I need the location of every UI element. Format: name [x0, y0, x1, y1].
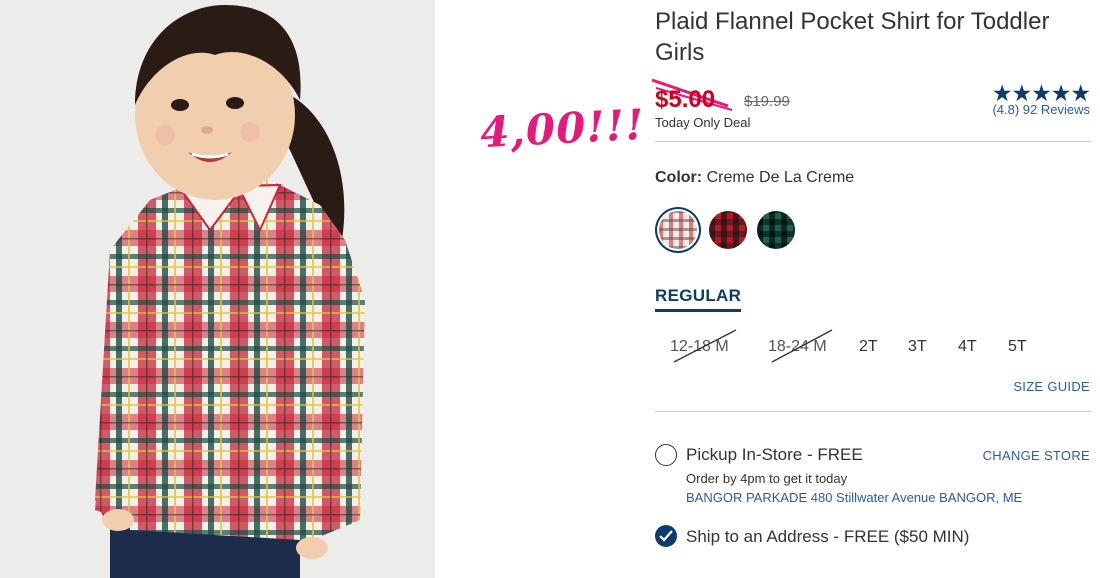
swatch-creme-plaid[interactable]: [659, 211, 697, 249]
change-store-link[interactable]: CHANGE STORE: [983, 448, 1090, 463]
size-3t[interactable]: 3T: [908, 338, 927, 356]
size-12-18m[interactable]: 12-18 M: [670, 338, 729, 356]
swatch-red-buffalo-plaid[interactable]: [709, 211, 747, 249]
pickup-note: Order by 4pm to get it today: [686, 471, 848, 486]
product-photo: [0, 0, 435, 578]
color-value: Creme De La Creme: [706, 169, 855, 186]
swatch-green-buffalo-plaid[interactable]: [757, 211, 795, 249]
ship-label[interactable]: Ship to an Address - FREE ($50 MIN): [686, 527, 969, 547]
handwritten-price-annotation: 4,00!!!: [478, 99, 646, 158]
size-guide-link[interactable]: SIZE GUIDE: [1013, 379, 1090, 394]
size-18-24m[interactable]: 18-24 M: [768, 338, 827, 356]
product-title: Plaid Flannel Pocket Shirt for Toddler G…: [655, 8, 1050, 66]
size-4t[interactable]: 4T: [958, 338, 977, 356]
tab-regular[interactable]: REGULAR: [655, 286, 742, 312]
divider: [655, 141, 1091, 142]
divider: [655, 411, 1091, 412]
pickup-radio[interactable]: [655, 444, 677, 466]
original-price: $19.99: [744, 93, 790, 110]
size-2t[interactable]: 2T: [859, 338, 878, 356]
store-address-link[interactable]: BANGOR PARKADE 480 Stillwater Avenue BAN…: [686, 490, 1022, 505]
deal-label: Today Only Deal: [655, 115, 751, 130]
color-label: Color:: [655, 169, 703, 186]
checkmark-icon: [659, 530, 673, 542]
size-5t[interactable]: 5T: [1008, 338, 1027, 356]
ship-radio[interactable]: [655, 525, 677, 547]
reviews-link[interactable]: (4.8) 92 Reviews: [992, 102, 1090, 117]
pickup-label[interactable]: Pickup In-Store - FREE: [686, 445, 863, 465]
sale-price: $5.00: [655, 86, 716, 113]
toddler-in-plaid-shirt-image: [0, 0, 435, 578]
color-selection: Color: Creme De La Creme: [655, 169, 854, 187]
